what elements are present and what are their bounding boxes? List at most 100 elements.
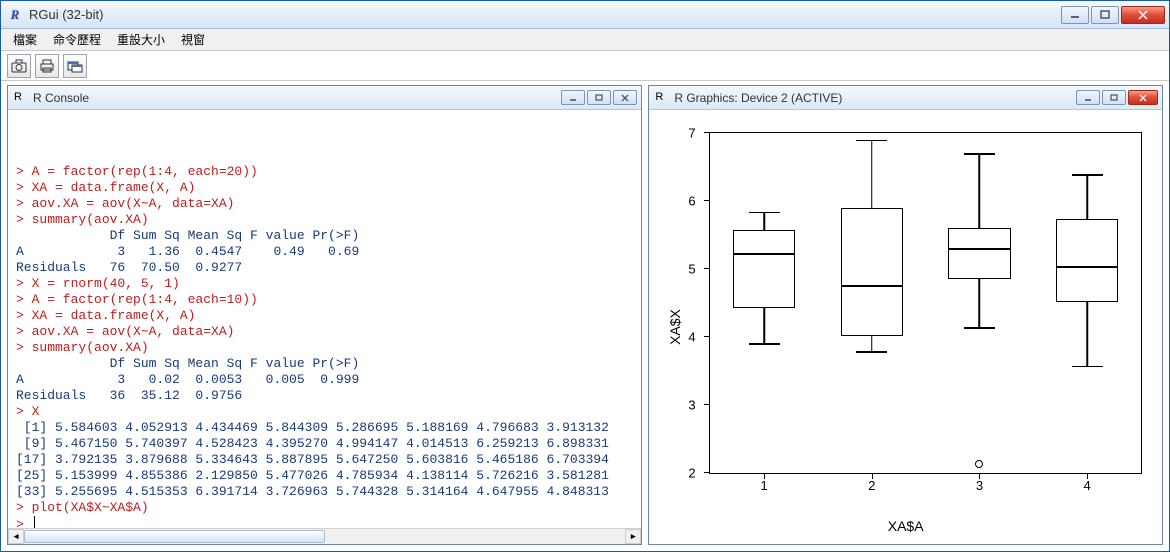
whisker-lower [763,308,765,343]
whisker-cap-upper [749,212,780,214]
windows-icon[interactable] [63,54,87,78]
console-output-line: A 3 0.02 0.0053 0.005 0.999 [16,372,633,388]
median-line [841,285,903,287]
whisker-cap-lower [856,351,887,353]
y-tick-mark [704,268,710,269]
plot-area: 2345671234 [709,132,1142,474]
whisker-upper [871,140,873,209]
whisker-cap-upper [1072,174,1103,176]
graphics-title: R Graphics: Device 2 (ACTIVE) [674,91,1074,105]
console-output-line: [33] 5.255695 4.515353 6.391714 3.726963… [16,484,633,500]
x-tick-mark [1087,473,1088,479]
rgui-app-icon: R [7,7,23,23]
scroll-right-icon[interactable]: ▸ [625,529,641,544]
whisker-cap-lower [1072,366,1103,368]
console-input-line: > X [16,404,633,420]
console-output[interactable]: > A = factor(rep(1:4, each=20))> XA = da… [8,110,641,544]
window-title: RGui (32-bit) [29,7,1059,22]
graphics-close-button[interactable] [1128,90,1158,105]
whisker-lower [979,279,981,328]
median-line [733,253,795,255]
boxplot-group [733,133,795,473]
boxplot-group [1056,133,1118,473]
scrollbar-thumb[interactable] [24,530,325,543]
toolbar [1,51,1169,81]
box [733,230,795,308]
x-tick-label: 1 [761,478,768,493]
console-output-line: Residuals 76 70.50 0.9277 [16,260,633,276]
y-tick-label: 5 [688,262,695,277]
main-titlebar[interactable]: R RGui (32-bit) [1,1,1169,29]
x-axis-label: XA$A [888,518,924,534]
whisker-lower [1086,302,1088,366]
box [1056,219,1118,302]
whisker-cap-lower [964,327,995,329]
y-tick-mark [704,404,710,405]
outlier-point [975,460,983,468]
x-tick-label: 3 [976,478,983,493]
horizontal-scrollbar[interactable]: ◂ ▸ [8,528,641,544]
console-output-line: [25] 5.153999 4.855386 2.129850 5.477026… [16,468,633,484]
console-title: R Console [33,91,559,105]
close-button[interactable] [1121,6,1165,24]
menu-resize[interactable]: 重設大小 [109,29,173,50]
graphics-window[interactable]: R R Graphics: Device 2 (ACTIVE) XA$X XA$… [648,85,1163,545]
maximize-button[interactable] [1091,6,1119,24]
boxplot-group [841,133,903,473]
console-window[interactable]: R R Console > A = factor(rep(1:4, each=2… [7,85,642,545]
console-output-line: Df Sum Sq Mean Sq F value Pr(>F) [16,356,633,372]
console-minimize-button[interactable] [561,90,585,105]
y-tick-mark [704,132,710,133]
y-tick-label: 4 [688,330,695,345]
console-output-line: Residuals 36 35.12 0.9756 [16,388,633,404]
console-input-line: > A = factor(rep(1:4, each=20)) [16,164,633,180]
console-input-line: > XA = data.frame(X, A) [16,180,633,196]
y-axis-label: XA$X [667,309,683,345]
menu-bar: 檔案 命令歷程 重設大小 視窗 [1,29,1169,51]
y-tick-label: 7 [688,126,695,141]
scroll-left-icon[interactable]: ◂ [8,529,24,544]
camera-icon[interactable] [7,54,31,78]
y-tick-label: 6 [688,194,695,209]
menu-file[interactable]: 檔案 [5,29,45,50]
x-tick-label: 4 [1084,478,1091,493]
whisker-upper [763,212,765,230]
console-output-line: [9] 5.467150 5.740397 4.528423 4.395270 … [16,436,633,452]
y-tick-label: 2 [688,466,695,481]
console-input-line: > aov.XA = aov(X~A, data=XA) [16,196,633,212]
y-tick-mark [704,472,710,473]
x-tick-mark [872,473,873,479]
y-tick-mark [704,200,710,201]
console-input-line: > XA = data.frame(X, A) [16,308,633,324]
print-icon[interactable] [35,54,59,78]
console-input-line: > summary(aov.XA) [16,212,633,228]
y-tick-label: 3 [688,398,695,413]
console-output-line: [1] 5.584603 4.052913 4.434469 5.844309 … [16,420,633,436]
graphics-minimize-button[interactable] [1076,90,1100,105]
boxplot-group [948,133,1010,473]
console-output-line: [17] 3.792135 3.879688 5.334643 5.887895… [16,452,633,468]
console-output-line: Df Sum Sq Mean Sq F value Pr(>F) [16,228,633,244]
console-input-line: > X = rnorm(40, 5, 1) [16,276,633,292]
median-line [1056,266,1118,268]
console-input-line: > plot(XA$X~XA$A) [16,500,633,516]
x-tick-mark [979,473,980,479]
graphics-maximize-button[interactable] [1102,90,1126,105]
whisker-upper [979,153,981,228]
menu-history[interactable]: 命令歷程 [45,29,109,50]
console-input-line: > aov.XA = aov(X~A, data=XA) [16,324,633,340]
whisker-lower [871,336,873,351]
console-maximize-button[interactable] [587,90,611,105]
console-titlebar[interactable]: R R Console [8,86,641,110]
menu-window[interactable]: 視窗 [173,29,213,50]
console-close-button[interactable] [613,90,637,105]
whisker-cap-upper [856,140,887,142]
minimize-button[interactable] [1061,6,1089,24]
whisker-upper [1086,174,1088,218]
console-input-line: > summary(aov.XA) [16,340,633,356]
x-tick-mark [764,473,765,479]
graphics-titlebar[interactable]: R R Graphics: Device 2 (ACTIVE) [649,86,1162,110]
r-icon: R [655,91,669,105]
mdi-client-area: R R Console > A = factor(rep(1:4, each=2… [1,81,1169,551]
x-tick-label: 2 [868,478,875,493]
